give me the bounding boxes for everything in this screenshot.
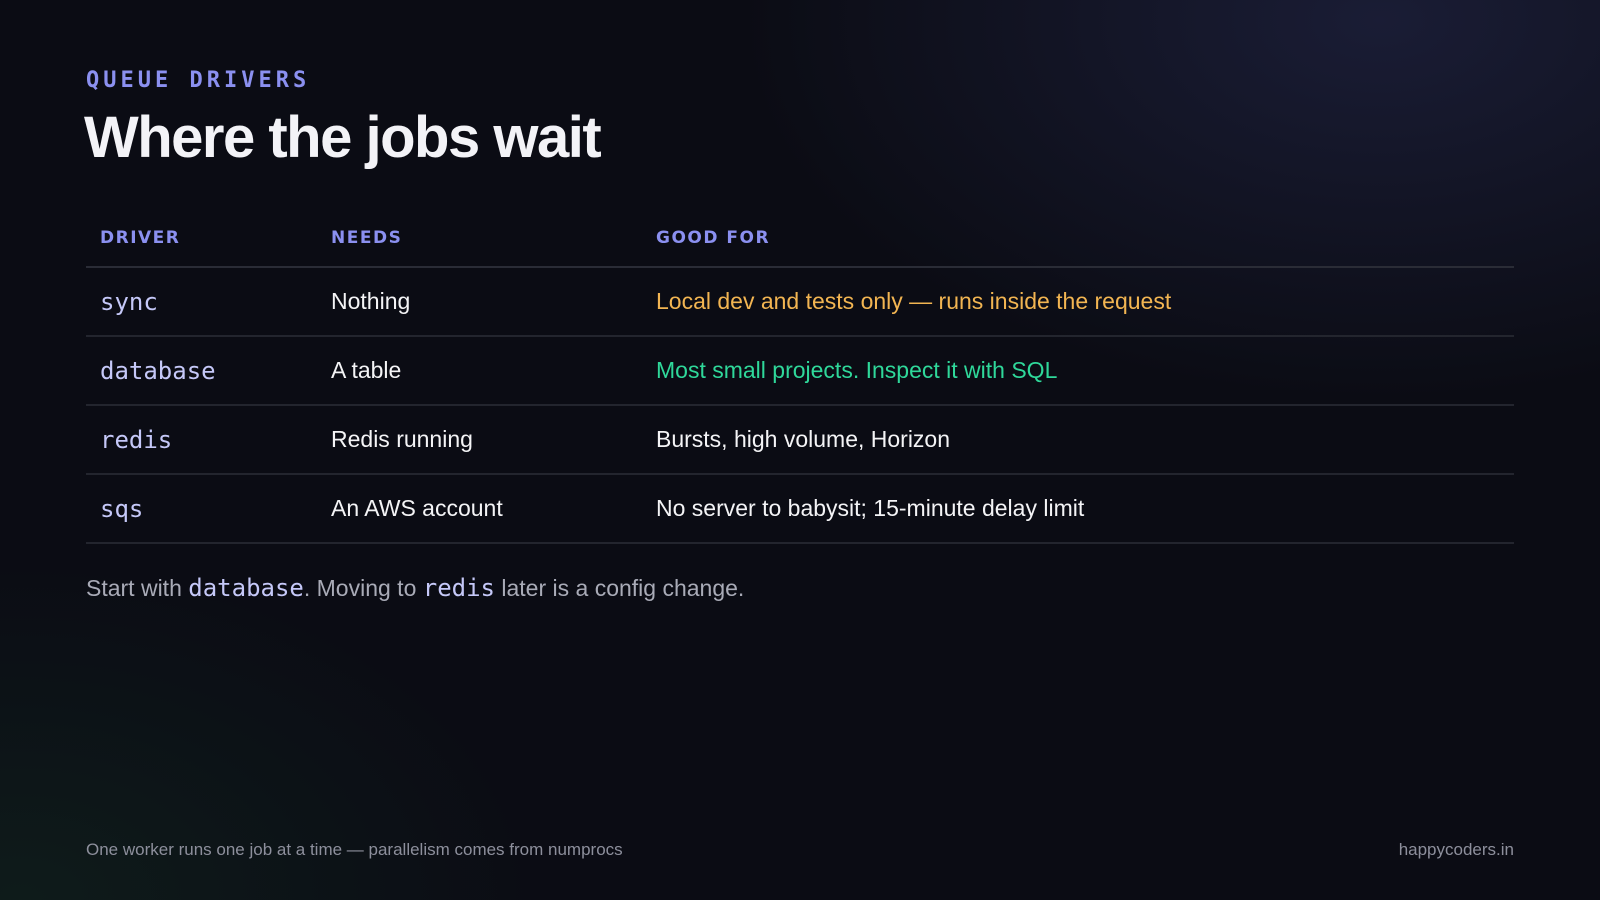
slide-eyebrow: QUEUE DRIVERS <box>86 68 311 93</box>
needs-cell: Redis running <box>317 405 642 475</box>
table-header-row: DRIVER NEEDS GOOD FOR <box>86 210 1514 268</box>
driver-cell: sync <box>86 267 317 337</box>
table-row: sync Nothing Local dev and tests only — … <box>86 267 1514 337</box>
footnote-text-start: Start with <box>86 575 189 601</box>
footnote-text-middle: . Moving to <box>303 575 423 601</box>
column-header-driver: DRIVER <box>86 210 317 268</box>
column-header-needs: NEEDS <box>317 210 642 268</box>
footnote: Start with database. Moving to redis lat… <box>86 574 744 602</box>
good-for-cell: Most small projects. Inspect it with SQL <box>642 336 1514 406</box>
good-for-cell: Local dev and tests only — runs inside t… <box>642 267 1514 337</box>
table-row: database A table Most small projects. In… <box>86 336 1514 406</box>
driver-cell: sqs <box>86 474 317 544</box>
inline-code-database: database <box>188 574 304 602</box>
good-for-cell: No server to babysit; 15-minute delay li… <box>642 474 1514 544</box>
needs-cell: An AWS account <box>317 474 642 544</box>
drivers-table: DRIVER NEEDS GOOD FOR sync Nothing Local… <box>86 210 1514 544</box>
needs-cell: Nothing <box>317 267 642 337</box>
table-row: sqs An AWS account No server to babysit;… <box>86 474 1514 544</box>
driver-cell: database <box>86 336 317 406</box>
driver-cell: redis <box>86 405 317 475</box>
good-for-cell: Bursts, high volume, Horizon <box>642 405 1514 475</box>
slide-title: Where the jobs wait <box>84 105 602 170</box>
table-row: redis Redis running Bursts, high volume,… <box>86 405 1514 475</box>
footnote-text-end: later is a config change. <box>495 575 745 601</box>
column-header-good-for: GOOD FOR <box>642 210 1514 268</box>
footer-site: happycoders.in <box>1398 840 1514 859</box>
needs-cell: A table <box>317 336 642 406</box>
footer-note: One worker runs one job at a time — para… <box>86 840 623 859</box>
inline-code-redis: redis <box>422 574 495 602</box>
